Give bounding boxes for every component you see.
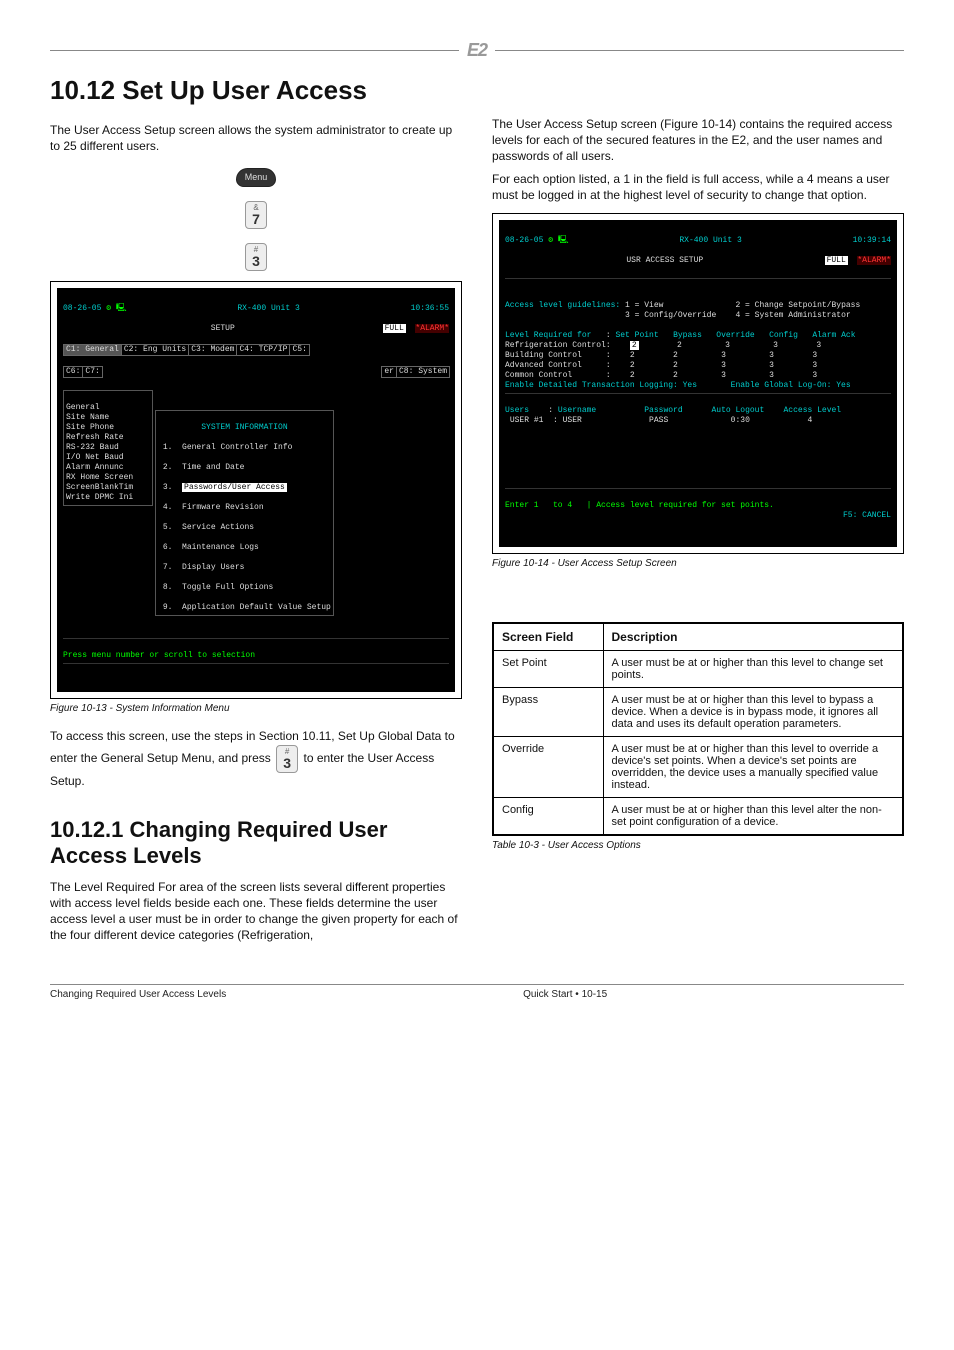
key-shortcut-row: Menu <box>50 168 462 187</box>
table-row: Config A user must be at or higher than … <box>493 797 903 835</box>
intro-text: The User Access Setup screen allows the … <box>50 122 462 154</box>
key-shortcut-row: #3 <box>50 243 462 271</box>
subsection-title: 10.12.1 Changing Required User Access Le… <box>50 817 462 869</box>
table-row: Set Point A user must be at or higher th… <box>493 650 903 687</box>
key-shortcut-row: &7 <box>50 201 462 229</box>
key-7-icon: &7 <box>245 201 267 229</box>
menu-key-icon: Menu <box>236 168 277 187</box>
page-rule-top: E2 <box>50 40 904 61</box>
key-3-icon: #3 <box>245 243 267 271</box>
figure-caption: Figure 10-13 - System Information Menu <box>50 703 462 714</box>
user-access-options-table: Screen Field Description Set Point A use… <box>492 622 904 836</box>
brand-logo: E2 <box>467 40 487 61</box>
figure-caption: Figure 10-14 - User Access Setup Screen <box>492 558 904 569</box>
table-header: Screen Field <box>493 623 603 651</box>
section-title: 10.12 Set Up User Access <box>50 75 904 106</box>
table-header: Description <box>603 623 903 651</box>
screenshot-setup: 08-26-05 ⚙ 🖳RX-400 Unit 310:36:55 SETUPF… <box>50 281 462 699</box>
page-footer: Changing Required User Access Levels Qui… <box>50 984 904 1000</box>
table-caption: Table 10-3 - User Access Options <box>492 840 904 851</box>
body-text: The Level Required For area of the scree… <box>50 879 462 944</box>
key-3-icon: #3 <box>276 745 298 773</box>
screenshot-user-access: 08-26-05 ⚙ 🖳RX-400 Unit 310:39:14 USR AC… <box>492 213 904 554</box>
table-row: Override A user must be at or higher tha… <box>493 736 903 797</box>
table-row: Bypass A user must be at or higher than … <box>493 687 903 736</box>
footer-center: Quick Start • 10-15 <box>523 989 607 1000</box>
body-text: For each option listed, a 1 in the field… <box>492 171 904 203</box>
footer-left: Changing Required User Access Levels <box>50 989 226 1000</box>
body-text: The User Access Setup screen (Figure 10-… <box>492 116 904 165</box>
body-text: To access this screen, use the steps in … <box>50 728 462 788</box>
